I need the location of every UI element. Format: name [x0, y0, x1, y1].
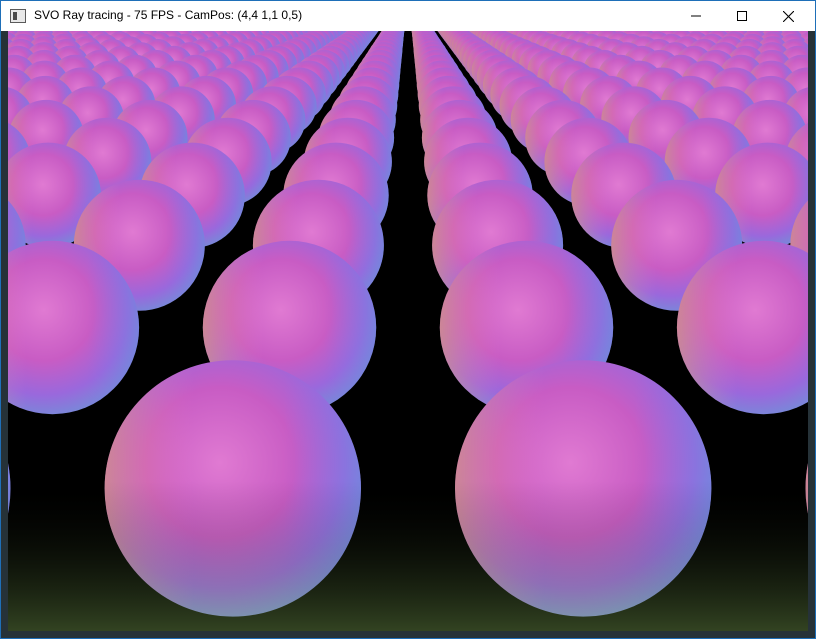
- window-title: SVO Ray tracing - 75 FPS - CamPos: (4,4 …: [34, 8, 303, 22]
- app-window: SVO Ray tracing - 75 FPS - CamPos: (4,4 …: [0, 0, 816, 639]
- maximize-button[interactable]: [719, 1, 765, 31]
- minimize-button[interactable]: [673, 1, 719, 31]
- minimize-icon: [691, 11, 701, 21]
- ground-tint: [8, 31, 808, 631]
- sphere-grid-render: [8, 31, 808, 631]
- app-window-icon[interactable]: [10, 9, 26, 23]
- window-left-edge: [1, 31, 8, 638]
- maximize-icon: [737, 11, 747, 21]
- window-bottom-edge: [1, 631, 815, 638]
- close-button[interactable]: [765, 1, 811, 31]
- window-right-edge: [808, 31, 815, 638]
- render-viewport[interactable]: [8, 31, 808, 631]
- close-icon: [782, 10, 794, 22]
- title-bar[interactable]: SVO Ray tracing - 75 FPS - CamPos: (4,4 …: [1, 1, 815, 31]
